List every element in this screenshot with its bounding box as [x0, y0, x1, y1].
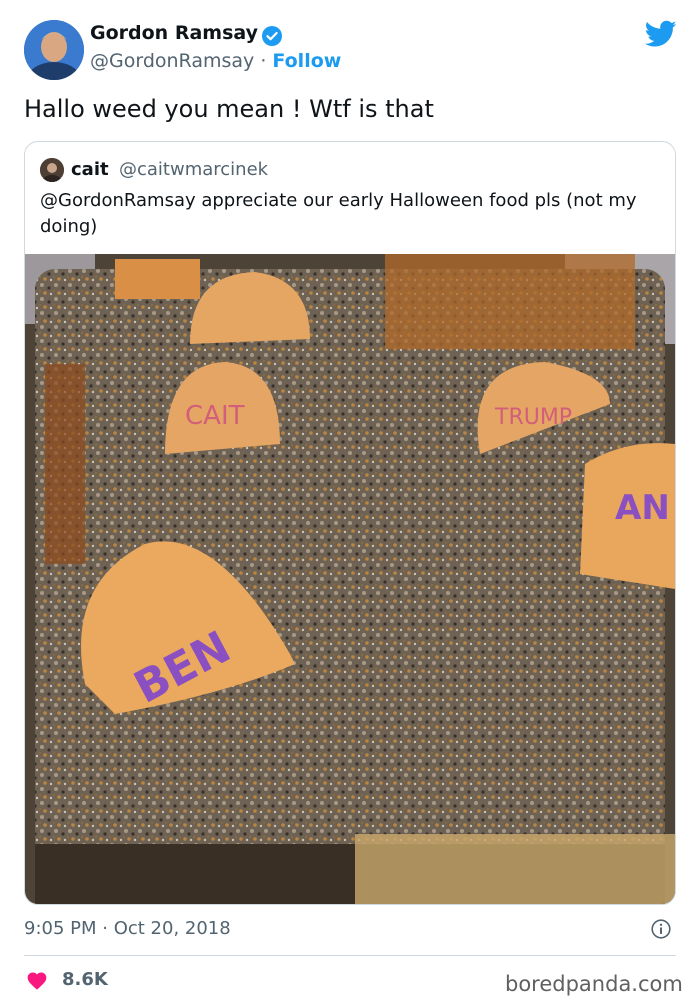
twitter-bird-icon[interactable] — [645, 20, 677, 48]
like-count[interactable]: 8.6K — [62, 969, 108, 990]
quoted-tweet-text: @GordonRamsay appreciate our early Hallo… — [40, 190, 637, 237]
author-handle[interactable]: @GordonRamsay — [90, 50, 254, 72]
separator-dot: · — [260, 50, 267, 72]
info-icon[interactable] — [651, 919, 671, 939]
verified-badge-icon — [262, 26, 282, 46]
quoted-photo[interactable]: CAIT TRUMP AN BEN — [25, 254, 675, 904]
heart-icon[interactable] — [26, 970, 48, 990]
author-handle-line: @GordonRamsay · Follow — [90, 50, 341, 72]
watermark: boredpanda.com — [505, 972, 683, 996]
quoted-author-avatar[interactable] — [40, 158, 64, 182]
tweet-text: Hallo weed you mean ! Wtf is that — [24, 95, 434, 123]
follow-button[interactable]: Follow — [272, 50, 341, 72]
quoted-author-name[interactable]: cait — [71, 159, 109, 180]
tombstone-label-2: TRUMP — [494, 405, 572, 430]
quoted-tweet[interactable]: cait @caitwmarcinek @GordonRamsay apprec… — [24, 141, 676, 905]
author-name[interactable]: Gordon Ramsay — [90, 22, 258, 44]
tweet-timestamp[interactable]: 9:05 PM · Oct 20, 2018 — [24, 918, 231, 939]
tombstone-label-3: AN — [615, 488, 670, 528]
tombstone-label-1: CAIT — [185, 401, 245, 431]
tweet-card: Gordon Ramsay @GordonRamsay · Follow Hal… — [0, 0, 700, 1008]
divider — [24, 955, 676, 956]
author-avatar[interactable] — [24, 20, 84, 80]
quoted-author-handle[interactable]: @caitwmarcinek — [119, 159, 268, 180]
